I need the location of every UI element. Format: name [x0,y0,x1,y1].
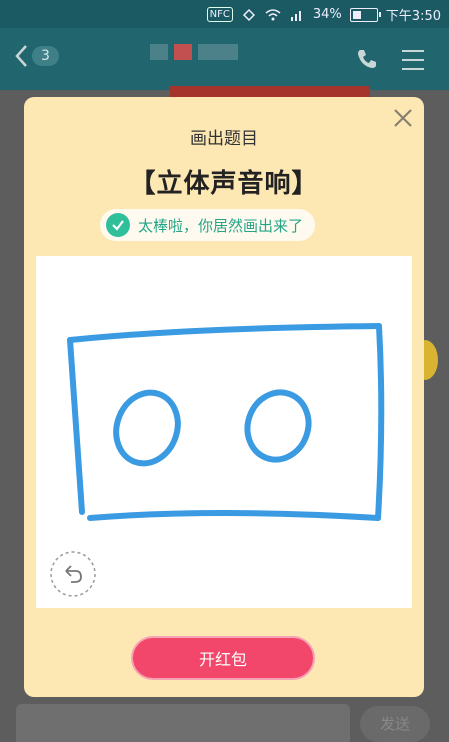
modal-title: 画出题目 [190,129,258,149]
success-message: 太棒啦，你居然画出来了 [100,209,316,241]
success-text: 太棒啦，你居然画出来了 [138,216,304,235]
clock: 下午3:50 [385,9,441,24]
wifi-icon [265,8,281,20]
battery-percent: 34% [312,7,342,22]
status-bar: NFC 34% 下午3:50 [0,0,449,28]
signal-icon [290,10,301,21]
drawing-canvas[interactable] [36,256,412,608]
chat-header: 3 [0,28,449,90]
nfc-badge: NFC [206,7,233,22]
check-icon [106,213,130,237]
battery-icon [349,7,381,22]
drawing-topic: 【立体声音响】 [129,169,319,199]
open-red-envelope-button[interactable]: 开红包 [131,636,315,680]
message-input[interactable] [16,704,350,742]
draw-guess-modal: 画出题目 【立体声音响】 太棒啦，你居然画出来了 开红包 [24,97,424,697]
unread-count-badge: 3 [32,46,59,66]
phone-icon[interactable] [356,48,378,70]
menu-icon[interactable] [402,50,424,77]
send-button[interactable]: 发送 [360,706,430,742]
back-button[interactable]: 3 [14,44,59,68]
rotate-lock-icon [242,8,255,21]
chat-title-obscured [150,44,238,60]
chevron-left-icon [15,45,27,67]
undo-icon[interactable] [49,550,97,598]
